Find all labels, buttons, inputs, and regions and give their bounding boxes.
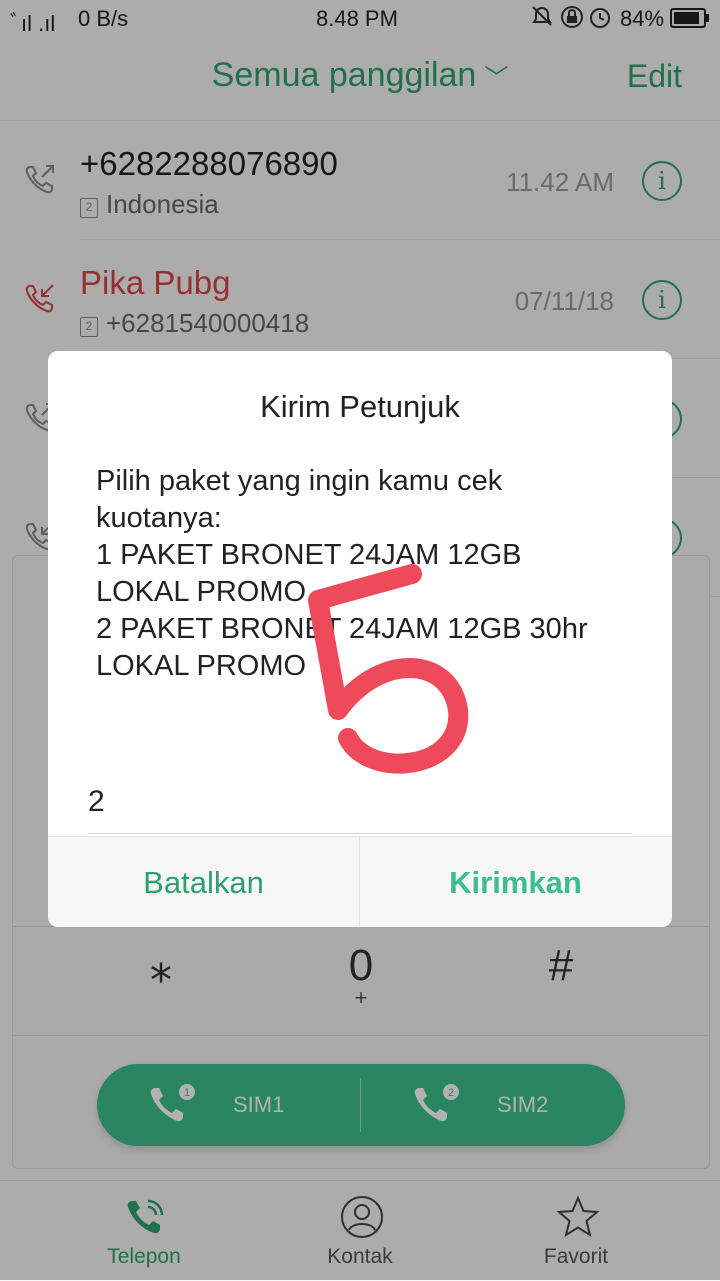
cancel-button[interactable]: Batalkan bbox=[48, 837, 359, 927]
message-line: kuotanya: bbox=[96, 502, 222, 534]
send-button[interactable]: Kirimkan bbox=[360, 837, 671, 927]
dialog-buttons: Batalkan Kirimkan bbox=[48, 836, 672, 927]
message-line: Pilih paket yang ingin kamu cek bbox=[96, 465, 503, 497]
handwritten-five-annotation bbox=[308, 564, 469, 774]
dialog-title: Kirim Petunjuk bbox=[260, 389, 460, 424]
reply-input-value: 2 bbox=[88, 785, 105, 818]
